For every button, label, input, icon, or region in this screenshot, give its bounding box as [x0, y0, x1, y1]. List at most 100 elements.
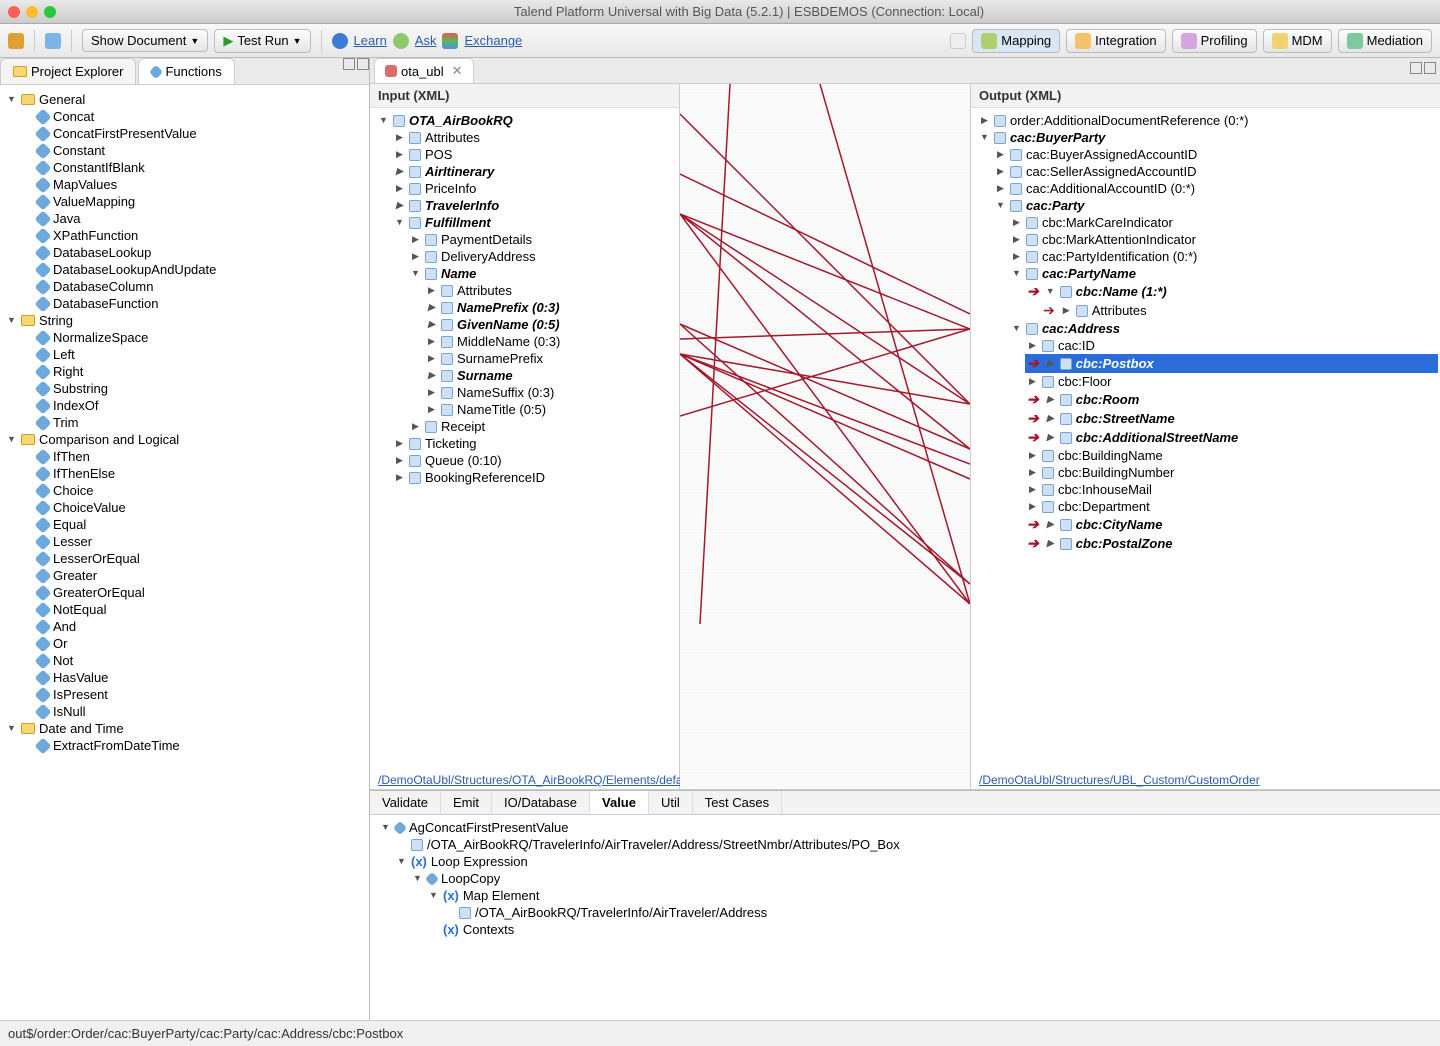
bottom-tab-testcases[interactable]: Test Cases — [693, 791, 782, 814]
minimize-editor-icon[interactable] — [1410, 62, 1422, 74]
bottom-tab-value[interactable]: Value — [590, 791, 649, 814]
function-item[interactable]: Java — [22, 210, 367, 227]
value-node[interactable]: ▼LoopCopy — [410, 870, 1436, 887]
function-item[interactable]: Right — [22, 363, 367, 380]
value-node[interactable]: /OTA_AirBookRQ/TravelerInfo/AirTraveler/… — [442, 904, 1436, 921]
bottom-tab-iodatabase[interactable]: IO/Database — [492, 791, 590, 814]
xml-node[interactable]: ▶cac:ID — [1025, 337, 1438, 354]
perspective-mdm[interactable]: MDM — [1263, 29, 1332, 53]
exchange-link[interactable]: Exchange — [464, 33, 522, 48]
editor-tab-ota-ubl[interactable]: ota_ubl ✕ — [374, 58, 474, 83]
zoom-icon[interactable] — [44, 6, 56, 18]
xml-node[interactable]: ▶cac:BuyerAssignedAccountID — [993, 146, 1438, 163]
xml-node[interactable]: ➔▶cbc:PostalZone — [1025, 534, 1438, 553]
output-tree[interactable]: ▶order:AdditionalDocumentReference (0:*)… — [971, 108, 1440, 771]
function-item[interactable]: Trim — [22, 414, 367, 431]
minimize-icon[interactable] — [26, 6, 38, 18]
function-item[interactable]: LesserOrEqual — [22, 550, 367, 567]
tree-folder[interactable]: ▼General — [6, 91, 367, 108]
xml-node[interactable]: ➔▶cbc:Postbox — [1025, 354, 1438, 373]
xml-node[interactable]: ▶cbc:InhouseMail — [1025, 481, 1438, 498]
xml-node[interactable]: ▶Attributes — [392, 129, 677, 146]
minimize-view-icon[interactable] — [343, 58, 355, 70]
xml-node[interactable]: ▼cac:PartyName — [1009, 265, 1438, 282]
function-item[interactable]: XPathFunction — [22, 227, 367, 244]
value-node[interactable]: /OTA_AirBookRQ/TravelerInfo/AirTraveler/… — [394, 836, 1436, 853]
output-path-link[interactable]: /DemoOtaUbl/Structures/UBL_Custom/Custom… — [971, 771, 1440, 789]
perspective-mediation[interactable]: Mediation — [1338, 29, 1432, 53]
xml-node[interactable]: ▶BookingReferenceID — [392, 469, 677, 486]
tree-folder[interactable]: ▼Date and Time — [6, 720, 367, 737]
xml-node[interactable]: ▶cbc:MarkAttentionIndicator — [1009, 231, 1438, 248]
tab-functions[interactable]: Functions — [138, 58, 234, 84]
maximize-view-icon[interactable] — [357, 58, 369, 70]
xml-node[interactable]: ➔▼cbc:Name (1:*) — [1025, 282, 1438, 301]
xml-node[interactable]: ▶Attributes — [424, 282, 677, 299]
xml-node[interactable]: ▶SurnamePrefix — [424, 350, 677, 367]
function-item[interactable]: Or — [22, 635, 367, 652]
input-path-link[interactable]: /DemoOtaUbl/Structures/OTA_AirBookRQ/Ele… — [370, 771, 679, 789]
perspective-switch-icon[interactable] — [950, 33, 966, 49]
xml-root[interactable]: ▼OTA_AirBookRQ — [376, 112, 677, 129]
function-item[interactable]: DatabaseFunction — [22, 295, 367, 312]
bottom-tab-util[interactable]: Util — [649, 791, 693, 814]
exchange-icon[interactable] — [442, 33, 458, 49]
xml-node[interactable]: ▶Ticketing — [392, 435, 677, 452]
function-item[interactable]: NotEqual — [22, 601, 367, 618]
test-run-button[interactable]: ▶ Test Run ▼ — [214, 29, 310, 53]
xml-node[interactable]: ▶MiddleName (0:3) — [424, 333, 677, 350]
xml-node[interactable]: ▶POS — [392, 146, 677, 163]
function-item[interactable]: ChoiceValue — [22, 499, 367, 516]
function-item[interactable]: DatabaseLookup — [22, 244, 367, 261]
xml-node[interactable]: ▼cac:BuyerParty — [977, 129, 1438, 146]
xml-node[interactable]: ▶cac:AdditionalAccountID (0:*) — [993, 180, 1438, 197]
function-item[interactable]: NormalizeSpace — [22, 329, 367, 346]
xml-node[interactable]: ➔▶cbc:Room — [1025, 390, 1438, 409]
function-item[interactable]: Substring — [22, 380, 367, 397]
tab-project-explorer[interactable]: Project Explorer — [0, 58, 136, 84]
xml-node[interactable]: ▶cbc:BuildingName — [1025, 447, 1438, 464]
xml-node[interactable]: ▶cbc:Department — [1025, 498, 1438, 515]
search-icon[interactable] — [332, 33, 348, 49]
xml-node[interactable]: ▶PriceInfo — [392, 180, 677, 197]
xml-node[interactable]: ▶NameTitle (0:5) — [424, 401, 677, 418]
xml-node[interactable]: ▼cac:Address — [1009, 320, 1438, 337]
show-document-button[interactable]: Show Document ▼ — [82, 29, 208, 52]
close-icon[interactable]: ✕ — [452, 63, 463, 79]
function-item[interactable]: ConcatFirstPresentValue — [22, 125, 367, 142]
maximize-editor-icon[interactable] — [1424, 62, 1436, 74]
xml-node[interactable]: ▶order:AdditionalDocumentReference (0:*) — [977, 112, 1438, 129]
function-item[interactable]: MapValues — [22, 176, 367, 193]
tree-folder[interactable]: ▼String — [6, 312, 367, 329]
function-item[interactable]: Greater — [22, 567, 367, 584]
value-node[interactable]: (x)Contexts — [426, 921, 1436, 938]
xml-node[interactable]: ▼cac:Party — [993, 197, 1438, 214]
xml-node[interactable]: ▶cbc:BuildingNumber — [1025, 464, 1438, 481]
xml-node[interactable]: ▶NameSuffix (0:3) — [424, 384, 677, 401]
xml-node[interactable]: ▶cac:PartyIdentification (0:*) — [1009, 248, 1438, 265]
ask-icon[interactable] — [393, 33, 409, 49]
xml-node[interactable]: ▶DeliveryAddress — [408, 248, 677, 265]
xml-node[interactable]: ➔▶Attributes — [1041, 301, 1438, 320]
function-item[interactable]: IfThenElse — [22, 465, 367, 482]
function-item[interactable]: ValueMapping — [22, 193, 367, 210]
bottom-tab-validate[interactable]: Validate — [370, 791, 441, 814]
function-item[interactable]: IndexOf — [22, 397, 367, 414]
ask-link[interactable]: Ask — [415, 33, 437, 48]
input-tree[interactable]: ▼OTA_AirBookRQ▶Attributes▶POS▶AirItinera… — [370, 108, 679, 771]
function-item[interactable]: GreaterOrEqual — [22, 584, 367, 601]
function-item[interactable]: Lesser — [22, 533, 367, 550]
xml-node[interactable]: ▶cac:SellerAssignedAccountID — [993, 163, 1438, 180]
function-item[interactable]: Equal — [22, 516, 367, 533]
xml-node[interactable]: ▶AirItinerary — [392, 163, 677, 180]
open-icon[interactable] — [45, 33, 61, 49]
close-icon[interactable] — [8, 6, 20, 18]
xml-node[interactable]: ▶cbc:MarkCareIndicator — [1009, 214, 1438, 231]
xml-node[interactable]: ▶Receipt — [408, 418, 677, 435]
xml-node[interactable]: ➔▶cbc:AdditionalStreetName — [1025, 428, 1438, 447]
function-item[interactable]: DatabaseColumn — [22, 278, 367, 295]
function-item[interactable]: IsPresent — [22, 686, 367, 703]
perspective-profiling[interactable]: Profiling — [1172, 29, 1257, 53]
xml-node[interactable]: ▶Surname — [424, 367, 677, 384]
value-root[interactable]: ▼AgConcatFirstPresentValue — [378, 819, 1436, 836]
